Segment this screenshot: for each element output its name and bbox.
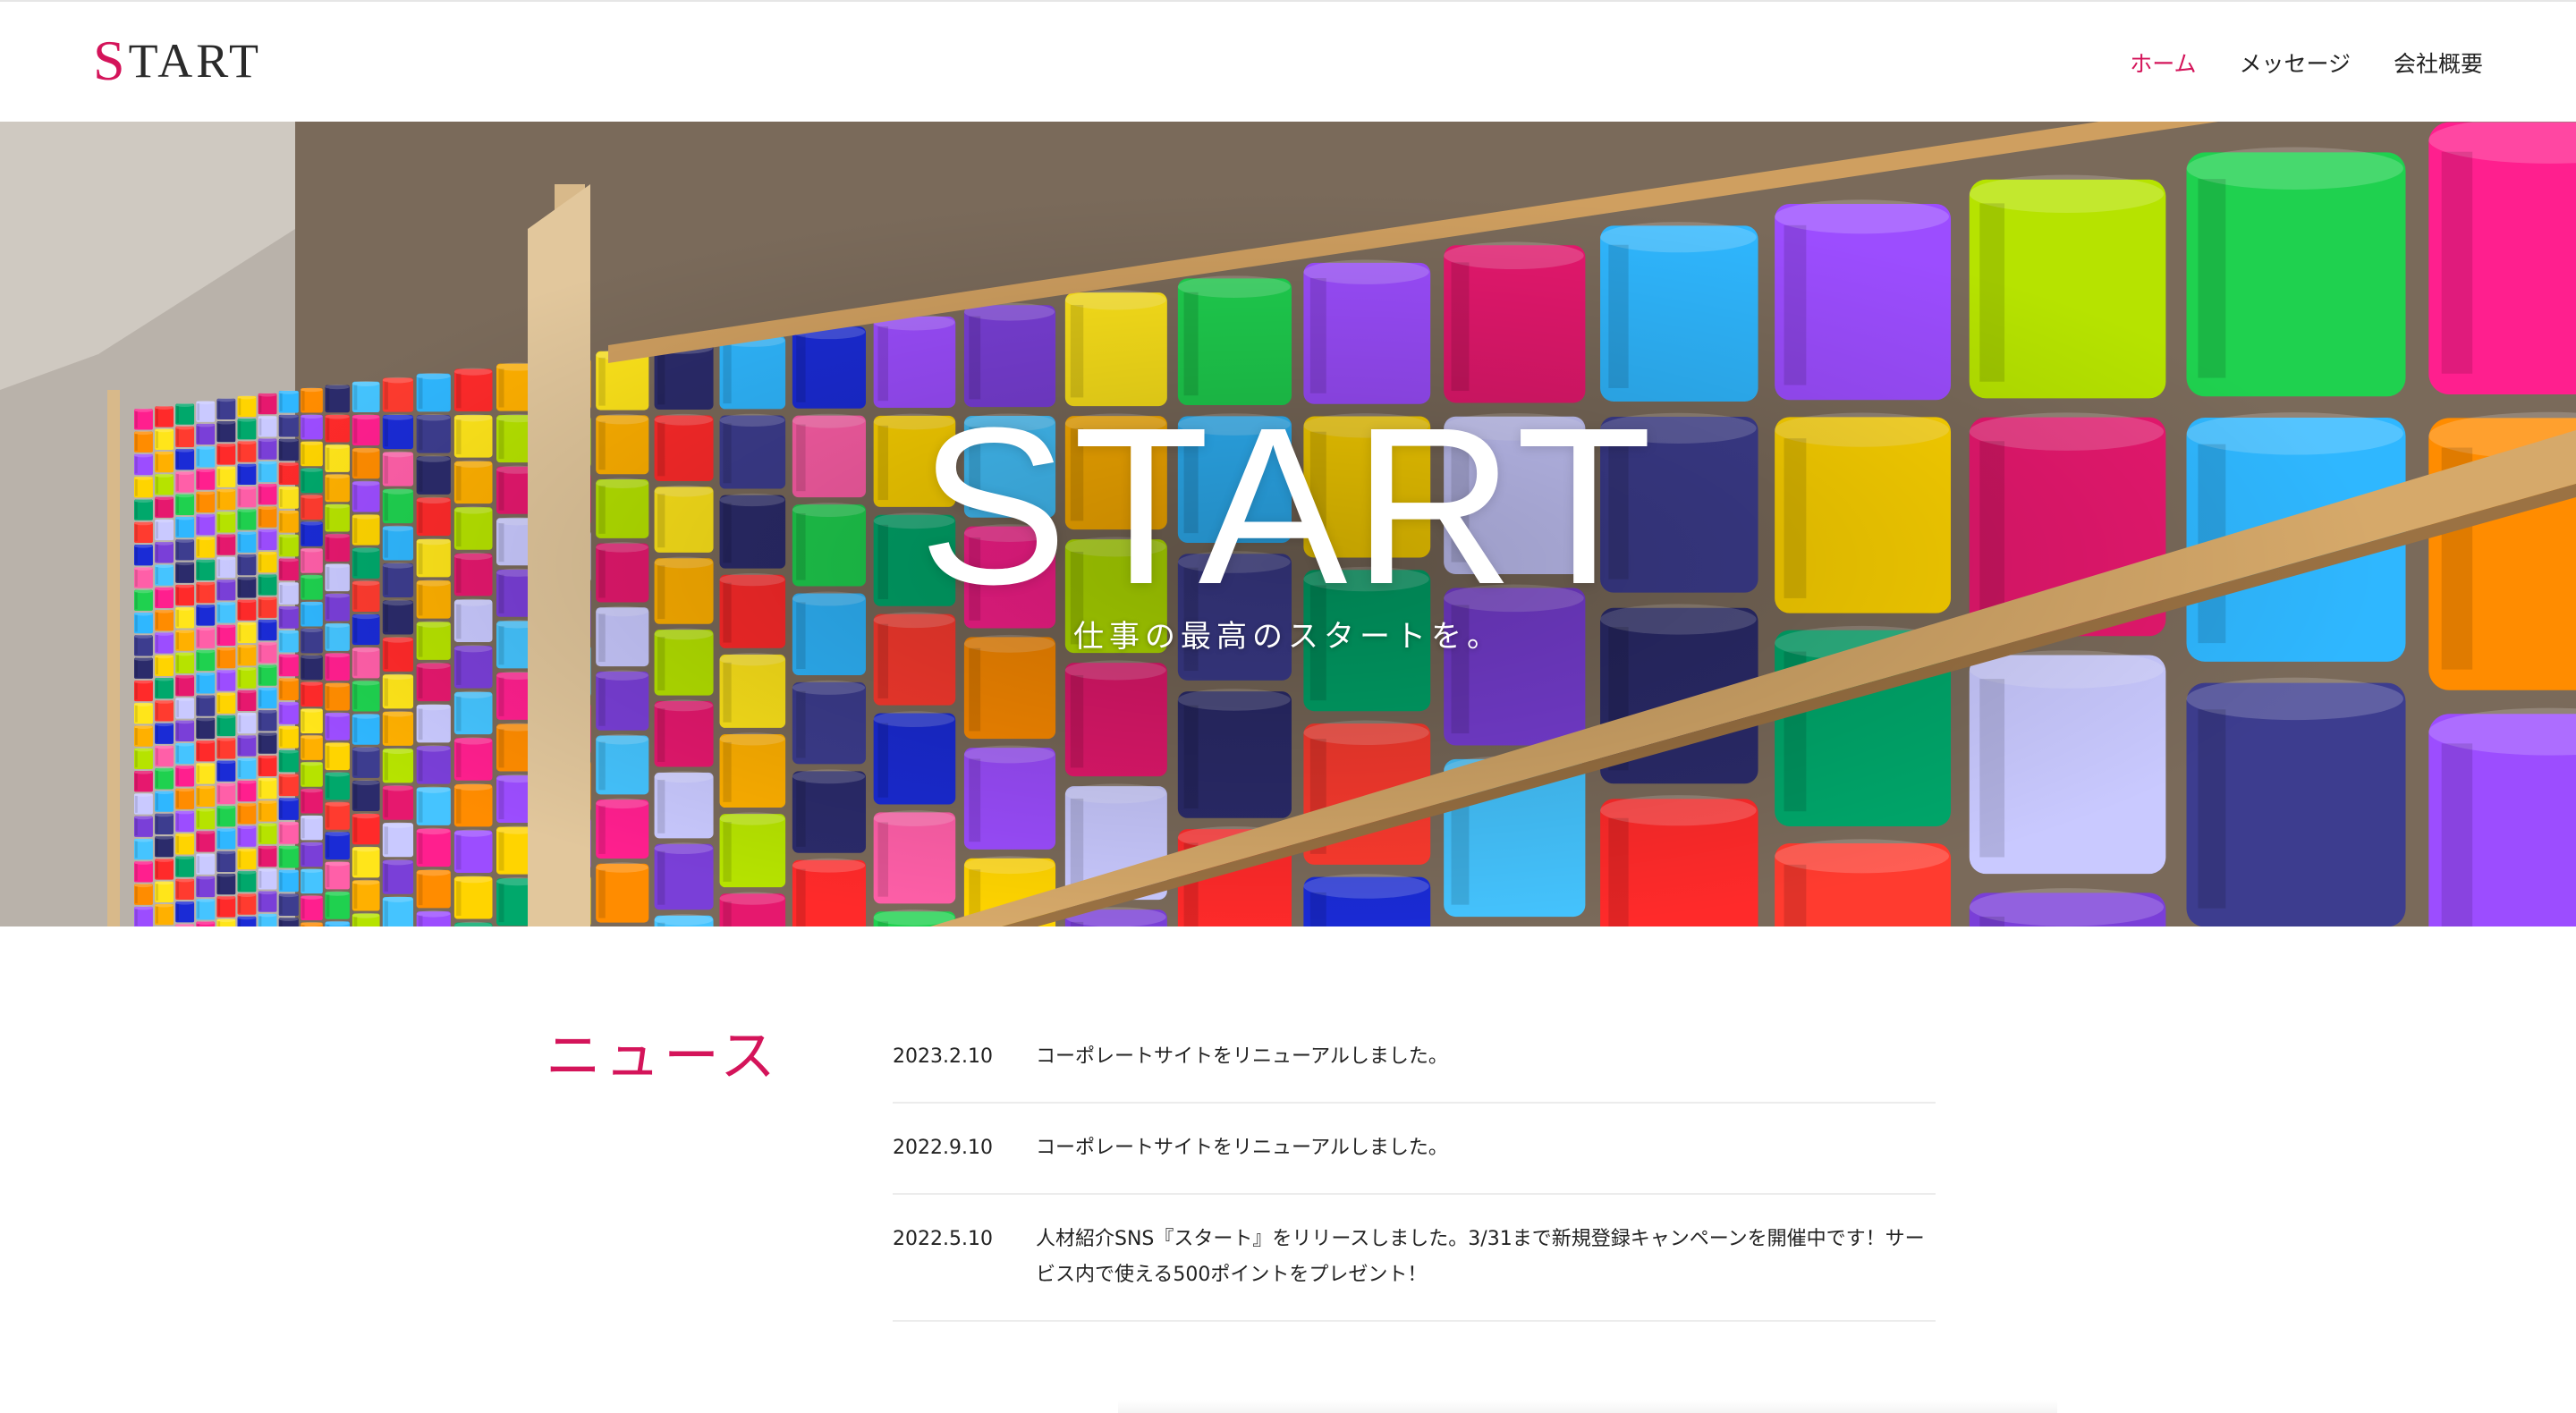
hero-title: START (918, 381, 1658, 630)
main-nav: ホーム メッセージ 会社概要 (2130, 47, 2483, 79)
logo-initial: S (93, 29, 129, 92)
next-section-edge (1118, 1400, 2057, 1413)
site-header: S TART ホーム メッセージ 会社概要 (0, 0, 2576, 122)
news-date: 2022.9.10 (893, 1137, 993, 1159)
nav-item-home[interactable]: ホーム (2130, 47, 2196, 79)
nav-item-company[interactable]: 会社概要 (2394, 47, 2483, 79)
site-logo[interactable]: S TART (93, 29, 263, 92)
news-link[interactable]: 人材紹介SNS『スタート』をリリースしました。3/31まで新規登録キャンペーンを… (1036, 1222, 1936, 1293)
news-list: 2023.2.10 コーポレートサイトをリニューアルしました。 2022.9.1… (893, 1020, 1936, 1322)
news-item: 2022.5.10 人材紹介SNS『スタート』をリリースしました。3/31まで新… (893, 1195, 1936, 1322)
nav-item-message[interactable]: メッセージ (2239, 47, 2351, 79)
news-item: 2023.2.10 コーポレートサイトをリニューアルしました。 (893, 1020, 1936, 1104)
news-date: 2023.2.10 (893, 1045, 993, 1068)
news-item: 2022.9.10 コーポレートサイトをリニューアルしました。 (893, 1104, 1936, 1195)
news-heading: ニュース (546, 1023, 779, 1088)
news-link[interactable]: コーポレートサイトをリニューアルしました。 (1036, 1039, 1936, 1075)
logo-text: TART (128, 34, 263, 88)
news-date: 2022.5.10 (893, 1228, 993, 1250)
hero-subtitle: 仕事の最高のスタートを。 (1073, 619, 1503, 655)
hero-section: START 仕事の最高のスタートを。 (0, 122, 2576, 926)
news-link[interactable]: コーポレートサイトをリニューアルしました。 (1036, 1130, 1936, 1166)
